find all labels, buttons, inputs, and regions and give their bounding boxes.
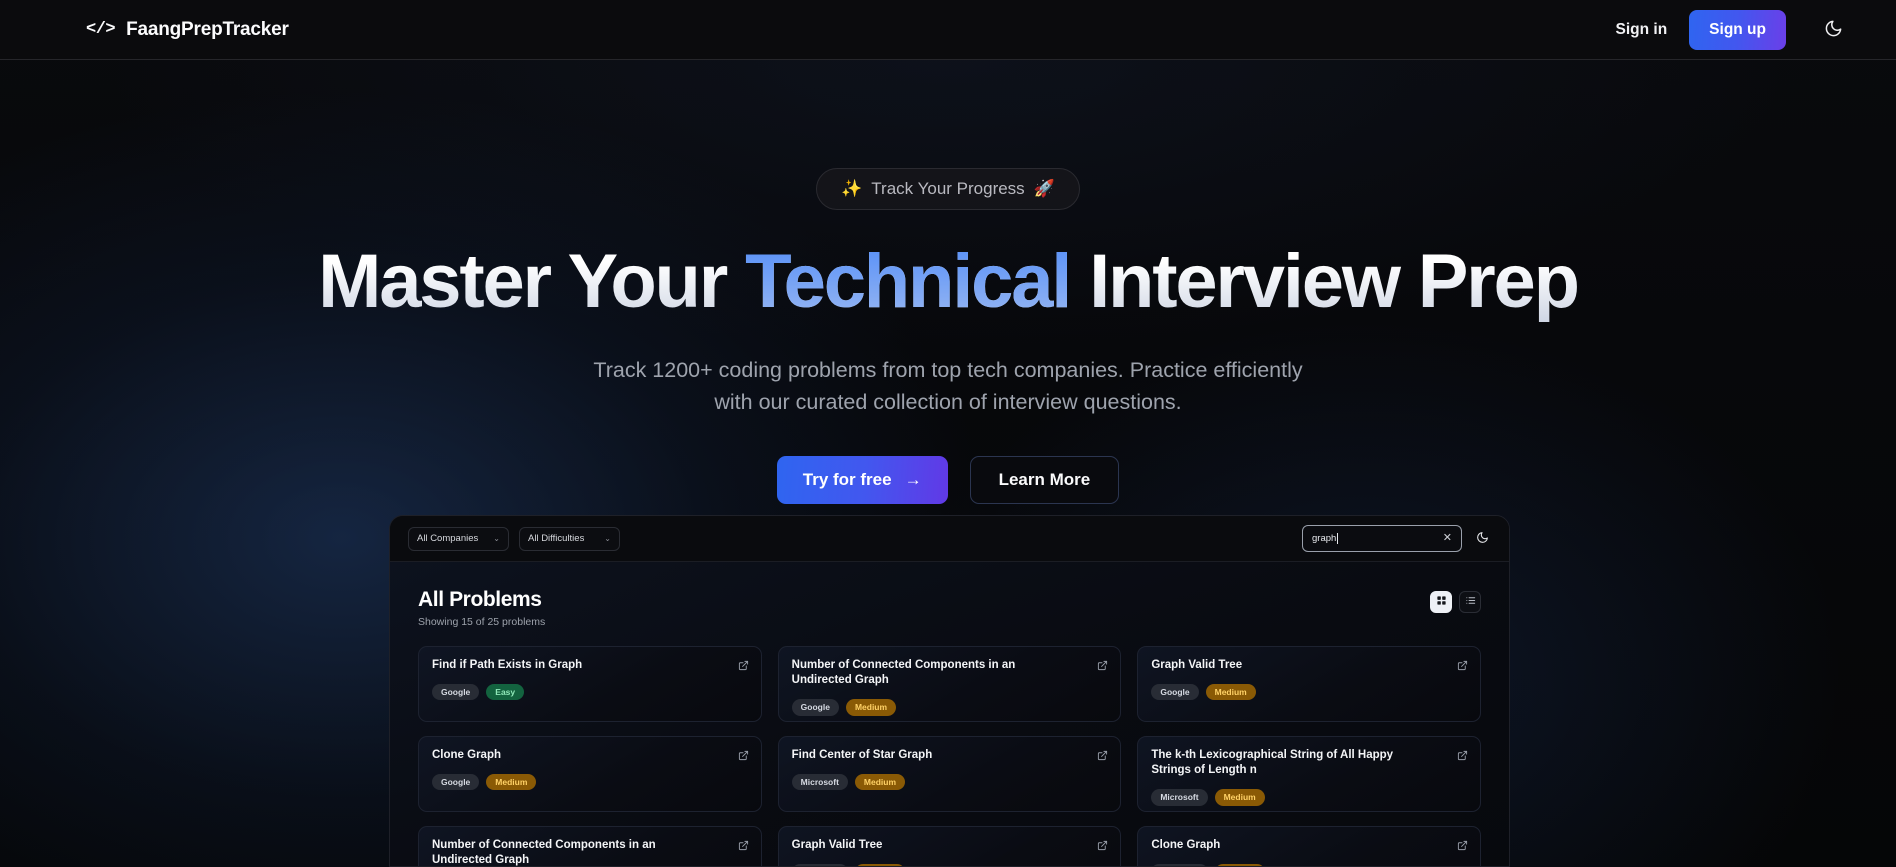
company-filter-select[interactable]: All Companies ⌄ — [408, 526, 509, 551]
list-view-button[interactable] — [1459, 591, 1481, 613]
hero-section: ✨ Track Your Progress 🚀 Master Your Tech… — [0, 60, 1896, 505]
problem-tags: Microsoft Medium — [791, 774, 1108, 791]
try-for-free-label: Try for free — [802, 470, 892, 490]
problem-card[interactable]: Graph Valid TreeMicrosoftMedium — [777, 826, 1122, 866]
company-tag: Google — [432, 684, 480, 701]
arrow-right-icon: → — [904, 470, 922, 490]
problem-card[interactable]: Clone GraphMicrosoftMedium — [1137, 826, 1481, 866]
chevron-down-icon: ⌄ — [604, 534, 611, 543]
company-tag: Google — [432, 774, 480, 791]
external-link-icon[interactable] — [1097, 658, 1108, 671]
problem-card[interactable]: Clone Graph Google Medium — [418, 736, 762, 812]
section-header: All Problems Showing 15 of 25 problems — [418, 588, 1481, 628]
difficulty-tag: Medium — [854, 774, 906, 791]
problem-tags: Google Easy — [432, 684, 748, 701]
app-root: </> FaangPrepTracker Sign in Sign up ✨ T… — [0, 0, 1896, 867]
sparkles-icon: ✨ — [841, 179, 863, 198]
problem-card[interactable]: Graph Valid Tree Google Medium — [1137, 646, 1481, 722]
external-link-icon[interactable] — [1097, 748, 1108, 761]
theme-toggle-button[interactable] — [1820, 17, 1846, 43]
hero-title-part2: Interview Prep — [1070, 239, 1578, 324]
company-tag: Google — [1151, 684, 1199, 701]
difficulty-tag: Medium — [486, 774, 537, 791]
list-view-icon — [1465, 593, 1476, 611]
external-link-icon[interactable] — [738, 658, 749, 671]
grid-view-icon — [1436, 593, 1447, 611]
problems-panel: All Companies ⌄ All Difficulties ⌄ graph… — [389, 515, 1510, 867]
difficulty-tag: Medium — [1205, 684, 1256, 701]
problem-title: The k-th Lexicographical String of All H… — [1151, 749, 1394, 777]
problem-card[interactable]: Number of Connected Components in an Und… — [418, 826, 762, 867]
view-mode-toggle — [1430, 591, 1481, 613]
problem-title: Number of Connected Components in an Und… — [791, 659, 1016, 687]
external-link-icon[interactable] — [738, 748, 749, 761]
navbar-actions: Sign in Sign up — [1616, 9, 1847, 50]
external-link-icon[interactable] — [738, 838, 749, 851]
clear-search-icon[interactable]: ✕ — [1443, 533, 1452, 544]
sign-in-button[interactable]: Sign in — [1616, 21, 1668, 39]
moon-icon — [1476, 531, 1489, 547]
hero-cta-row: Try for free → Learn More — [0, 456, 1896, 505]
section-heading-group: All Problems Showing 15 of 25 problems — [418, 588, 545, 628]
external-link-icon[interactable] — [1457, 838, 1468, 851]
difficulty-tag: Easy — [486, 684, 525, 701]
problem-title: Find Center of Star Graph — [791, 749, 933, 761]
results-count: Showing 15 of 25 problems — [418, 616, 546, 628]
problem-title: Find if Path Exists in Graph — [432, 659, 583, 671]
search-input[interactable]: graph ✕ — [1302, 525, 1462, 552]
problem-card[interactable]: Find Center of Star Graph Microsoft Medium — [777, 736, 1122, 812]
page-title: Master Your Technical Interview Prep — [0, 242, 1896, 322]
grid-view-button[interactable] — [1430, 591, 1452, 613]
problem-card[interactable]: Number of Connected Components in an Und… — [777, 646, 1122, 722]
company-tag: Microsoft — [1151, 789, 1208, 806]
problems-grid: Find if Path Exists in Graph Google Easy Nu… — [418, 646, 1481, 867]
problem-tags: Google Medium — [791, 699, 1108, 716]
top-navbar: </> FaangPrepTracker Sign in Sign up — [0, 0, 1896, 60]
sign-up-button[interactable]: Sign up — [1689, 9, 1786, 50]
moon-icon — [1824, 19, 1843, 41]
search-area: graph ✕ — [1302, 525, 1491, 552]
try-for-free-button[interactable]: Try for free → — [776, 456, 948, 505]
brand-logo[interactable]: </> FaangPrepTracker — [86, 19, 289, 41]
panel-theme-toggle-button[interactable] — [1473, 530, 1491, 548]
problem-title: Graph Valid Tree — [1151, 659, 1243, 671]
hero-title-part1: Master Your — [318, 239, 746, 324]
panel-body: All Problems Showing 15 of 25 problems F… — [390, 562, 1509, 867]
problem-title: Number of Connected Components in an Und… — [432, 839, 656, 867]
learn-more-button[interactable]: Learn More — [969, 456, 1120, 505]
difficulty-tag: Medium — [845, 699, 897, 716]
difficulty-tag: Medium — [1214, 789, 1265, 806]
difficulty-filter-value: All Difficulties — [528, 533, 585, 544]
problem-title: Graph Valid Tree — [791, 839, 883, 851]
external-link-icon[interactable] — [1457, 748, 1468, 761]
section-title: All Problems — [418, 588, 542, 611]
problem-card[interactable]: Find if Path Exists in Graph Google Easy — [418, 646, 762, 722]
problem-card[interactable]: The k-th Lexicographical String of All H… — [1137, 736, 1481, 812]
rocket-icon: 🚀 — [1033, 179, 1055, 198]
problem-title: Clone Graph — [432, 749, 502, 761]
difficulty-filter-select[interactable]: All Difficulties ⌄ — [519, 526, 620, 551]
company-tag: Microsoft — [791, 774, 848, 791]
code-brackets-icon: </> — [86, 20, 116, 39]
problem-tags: Google Medium — [432, 774, 748, 791]
filter-bar: All Companies ⌄ All Difficulties ⌄ graph… — [390, 516, 1509, 562]
badge-label: Track Your Progress — [871, 179, 1025, 198]
text-caret — [1337, 533, 1339, 544]
brand-name: FaangPrepTracker — [126, 18, 289, 40]
problem-tags: Microsoft Medium — [1151, 789, 1467, 806]
external-link-icon[interactable] — [1457, 658, 1468, 671]
company-tag: Google — [791, 699, 839, 716]
hero-subtitle: Track 1200+ coding problems from top tec… — [593, 357, 1303, 415]
problem-tags: Google Medium — [1151, 684, 1467, 701]
company-filter-value: All Companies — [417, 533, 479, 544]
hero-title-accent: Technical — [745, 239, 1072, 324]
track-progress-badge: ✨ Track Your Progress 🚀 — [816, 168, 1080, 210]
problem-title: Clone Graph — [1151, 839, 1221, 851]
search-input-value: graph — [1312, 533, 1337, 544]
chevron-down-icon: ⌄ — [493, 534, 500, 543]
external-link-icon[interactable] — [1097, 838, 1108, 851]
